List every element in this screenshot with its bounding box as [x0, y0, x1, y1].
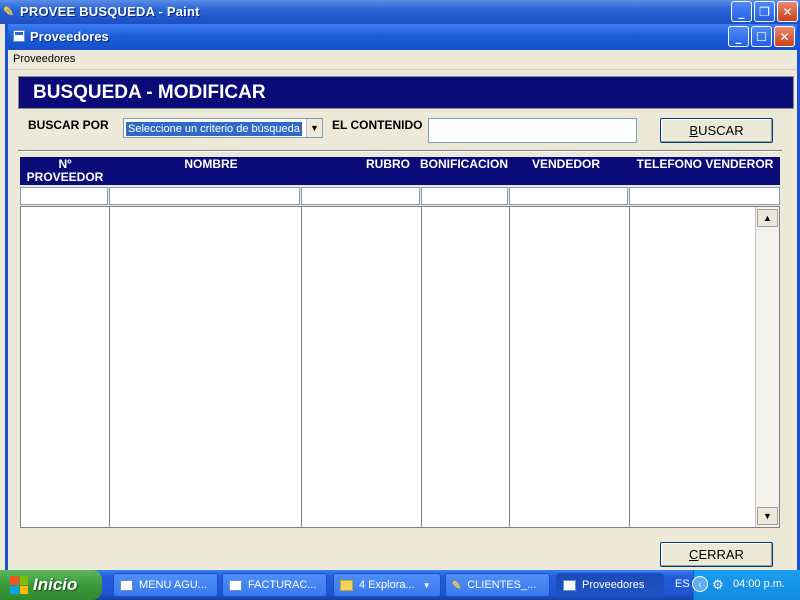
contenido-input[interactable] — [428, 118, 637, 143]
scroll-down-icon[interactable]: ▼ — [757, 507, 778, 525]
window-title: Proveedores — [30, 29, 109, 44]
header-band: BUSQUEDA - MODIFICAR — [18, 76, 794, 109]
clock[interactable]: 04:00 p.m. — [733, 578, 785, 590]
window-icon — [563, 579, 576, 591]
start-button[interactable]: Inicio — [0, 570, 102, 600]
window-title-bar: Proveedores _ ☐ ✕ — [8, 24, 797, 50]
filter-vendedor[interactable] — [509, 187, 628, 205]
taskbar-item-explorer-group[interactable]: 4 Explora... ▼ — [333, 573, 441, 597]
taskbar-item-label: Proveedores — [582, 579, 645, 591]
chevron-down-icon[interactable]: ▼ — [306, 119, 322, 137]
taskbar-item-clientes[interactable]: ✎ CLIENTES_... — [445, 573, 550, 597]
taskbar-item-label: MENU AGU... — [139, 579, 207, 591]
folder-icon — [340, 579, 353, 591]
filter-telefono-vendedor[interactable] — [629, 187, 780, 205]
paint-icon: ✎ — [452, 579, 462, 592]
start-label: Inicio — [33, 575, 78, 594]
cerrar-button-label: CERRAR — [689, 547, 744, 562]
filter-nro-proveedor[interactable] — [20, 187, 108, 205]
paint-close-button[interactable]: ✕ — [777, 1, 798, 22]
menu-bar: Proveedores — [8, 50, 797, 70]
language-indicator[interactable]: ES — [675, 578, 690, 590]
buscar-button[interactable]: BUSCAR — [660, 118, 773, 143]
grid-header: Nº PROVEEDOR NOMBRE RUBRO BONIFICACION V… — [20, 157, 780, 185]
filter-nombre[interactable] — [109, 187, 300, 205]
results-grid[interactable]: ▲ ▼ — [20, 206, 780, 528]
taskbar: Inicio MENU AGU... FACTURAC... 4 Explora… — [0, 570, 800, 600]
maximize-button[interactable]: ☐ — [751, 26, 772, 47]
column-divider — [301, 207, 302, 527]
window-icon — [229, 579, 242, 591]
taskbar-item-label: 4 Explora... — [359, 579, 415, 591]
filter-rubro[interactable] — [301, 187, 420, 205]
page-title: BUSQUEDA - MODIFICAR — [33, 82, 266, 103]
scroll-up-icon[interactable]: ▲ — [757, 209, 778, 227]
window-app-icon — [13, 30, 25, 42]
col-header-rubro[interactable]: RUBRO — [310, 158, 410, 171]
close-button[interactable]: ✕ — [774, 26, 795, 47]
cerrar-button[interactable]: CERRAR — [660, 542, 773, 567]
paint-app-icon: ✎ — [3, 4, 14, 19]
chevron-down-icon: ▼ — [422, 580, 431, 590]
show-hidden-icons-icon[interactable]: ‹ — [692, 576, 708, 592]
paint-title-bar: ✎ PROVEE BUSQUEDA - Paint _ ❐ ✕ — [0, 0, 800, 24]
taskbar-item-facturacion[interactable]: FACTURAC... — [222, 573, 327, 597]
menu-proveedores[interactable]: Proveedores — [13, 53, 75, 65]
column-divider — [629, 207, 630, 527]
taskbar-item-label: FACTURAC... — [248, 579, 317, 591]
paint-minimize-button[interactable]: _ — [731, 1, 752, 22]
col-header-nombre[interactable]: NOMBRE — [110, 158, 312, 171]
taskbar-item-label: CLIENTES_... — [467, 579, 537, 591]
filter-bonificacion[interactable] — [421, 187, 508, 205]
col-header-telefono-vendedor[interactable]: TELEFONO VENDEROR — [632, 158, 778, 171]
vertical-scrollbar[interactable]: ▲ ▼ — [755, 207, 779, 527]
column-divider — [109, 207, 110, 527]
buscar-por-label: BUSCAR POR — [28, 118, 109, 132]
window-icon — [120, 579, 133, 591]
minimize-button[interactable]: _ — [728, 26, 749, 47]
buscar-button-label: BUSCAR — [689, 123, 744, 138]
criterio-select[interactable]: Seleccione un criterio de búsqueda ▼ — [123, 118, 323, 138]
taskbar-item-proveedores[interactable]: Proveedores — [556, 573, 664, 597]
proveedores-window: Proveedores _ ☐ ✕ Proveedores BUSQUEDA -… — [5, 24, 800, 570]
column-divider — [421, 207, 422, 527]
paint-restore-button[interactable]: ❐ — [754, 1, 775, 22]
divider — [18, 150, 782, 152]
paint-window-title: PROVEE BUSQUEDA - Paint — [20, 4, 200, 19]
network-icon[interactable]: ⚙ — [712, 577, 728, 592]
windows-logo-icon — [10, 576, 28, 594]
criterio-selected-text: Seleccione un criterio de búsqueda — [126, 122, 302, 136]
contenido-label: EL CONTENIDO — [332, 118, 423, 132]
taskbar-item-menu[interactable]: MENU AGU... — [113, 573, 218, 597]
col-header-vendedor[interactable]: VENDEDOR — [518, 158, 614, 171]
column-divider — [509, 207, 510, 527]
col-header-bonificacion[interactable]: BONIFICACION — [418, 158, 510, 171]
col-header-nro-proveedor[interactable]: Nº PROVEEDOR — [22, 158, 108, 184]
